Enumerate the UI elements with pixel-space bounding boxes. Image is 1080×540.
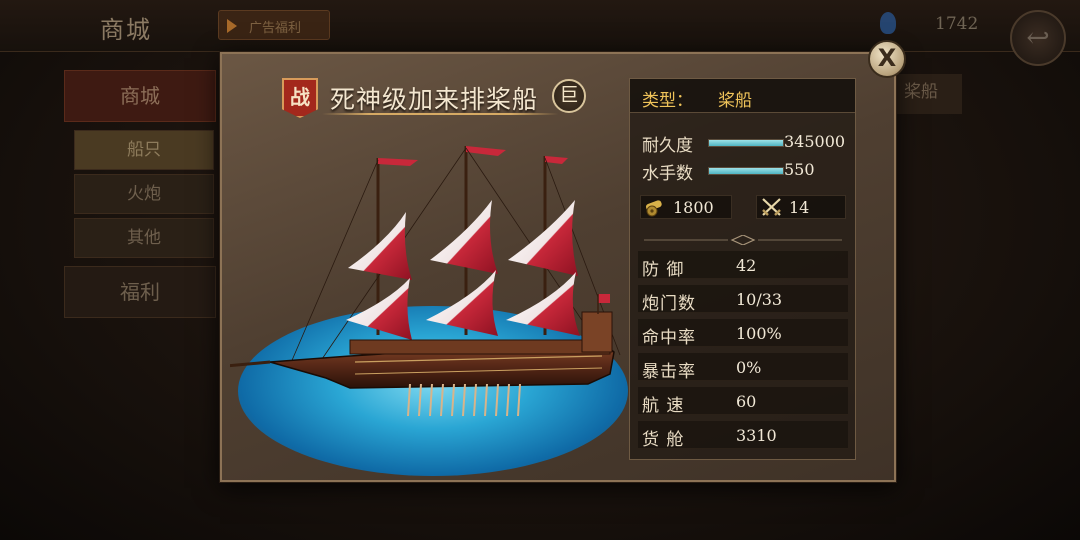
ship-illustration bbox=[230, 130, 630, 476]
durability-label: 耐久度 bbox=[642, 136, 693, 156]
gem-icon bbox=[880, 12, 896, 34]
galley-ship-image bbox=[230, 146, 621, 417]
cannon-icon bbox=[645, 200, 662, 217]
crossed-swords-icon bbox=[762, 198, 781, 216]
durability-value: 345000 bbox=[784, 132, 846, 151]
cannon-stat: 1800 bbox=[640, 195, 732, 219]
attr-row-speed: 航 速 60 bbox=[638, 387, 848, 416]
attr-label: 命中率 bbox=[642, 328, 696, 348]
shop-title: 商城 bbox=[100, 16, 152, 44]
back-arrow-icon: ↩ bbox=[1026, 21, 1050, 54]
attr-value: 100% bbox=[736, 324, 782, 343]
ship-stats-panel: 类型： 桨船 耐久度 345000 水手数 550 1800 14 防 御 42… bbox=[629, 78, 856, 460]
melee-stat: 14 bbox=[756, 195, 846, 219]
close-button[interactable]: X bbox=[868, 40, 906, 78]
side-tab-others[interactable]: 其他 bbox=[74, 218, 214, 258]
top-bar bbox=[0, 0, 1080, 52]
attr-label: 防 御 bbox=[642, 260, 685, 280]
sailors-bar-fill bbox=[709, 168, 783, 174]
ad-bonus-button[interactable]: 广告福利 bbox=[218, 10, 330, 40]
play-icon bbox=[227, 19, 237, 33]
type-value: 桨船 bbox=[718, 91, 752, 111]
type-row: 类型： 桨船 bbox=[630, 79, 855, 113]
durability-bar-fill bbox=[709, 140, 783, 146]
attr-value: 3310 bbox=[736, 426, 777, 445]
attr-label: 货 舱 bbox=[642, 430, 685, 450]
attr-value: 0% bbox=[736, 358, 762, 377]
right-tab-oar-ship[interactable]: 桨船 bbox=[896, 74, 962, 114]
attr-label: 航 速 bbox=[642, 396, 685, 416]
ship-name: 死神级加来排桨船 bbox=[330, 85, 539, 114]
attr-row-defense: 防 御 42 bbox=[638, 251, 848, 280]
melee-value: 14 bbox=[789, 198, 810, 217]
ornament-divider bbox=[644, 235, 842, 245]
attr-value: 42 bbox=[736, 256, 757, 275]
title-underline bbox=[322, 113, 558, 115]
durability-bar bbox=[708, 139, 784, 147]
side-tab-shop[interactable]: 商城 bbox=[64, 70, 216, 122]
attr-row-crit: 暴击率 0% bbox=[638, 353, 848, 382]
back-button[interactable]: ↩ bbox=[1010, 10, 1066, 66]
type-label: 类型： bbox=[642, 91, 693, 111]
attr-value: 60 bbox=[736, 392, 757, 411]
side-tab-cannons[interactable]: 火炮 bbox=[74, 174, 214, 214]
cannon-value: 1800 bbox=[673, 198, 714, 217]
attr-label: 炮门数 bbox=[642, 294, 696, 314]
side-tab-welfare[interactable]: 福利 bbox=[64, 266, 216, 318]
attr-value: 10/33 bbox=[736, 290, 783, 309]
attr-row-cargo: 货 舱 3310 bbox=[638, 421, 848, 450]
size-badge: 巨 bbox=[552, 79, 586, 113]
close-icon: X bbox=[877, 44, 897, 72]
attr-label: 暴击率 bbox=[642, 362, 696, 382]
sailors-value: 550 bbox=[784, 160, 815, 179]
ad-bonus-label: 广告福利 bbox=[249, 21, 302, 36]
attr-row-gun-ports: 炮门数 10/33 bbox=[638, 285, 848, 314]
attr-row-accuracy: 命中率 100% bbox=[638, 319, 848, 348]
currency-count: 1742 bbox=[935, 14, 979, 34]
sailors-bar bbox=[708, 167, 784, 175]
sailors-label: 水手数 bbox=[642, 164, 693, 184]
side-tab-ships[interactable]: 船只 bbox=[74, 130, 214, 170]
